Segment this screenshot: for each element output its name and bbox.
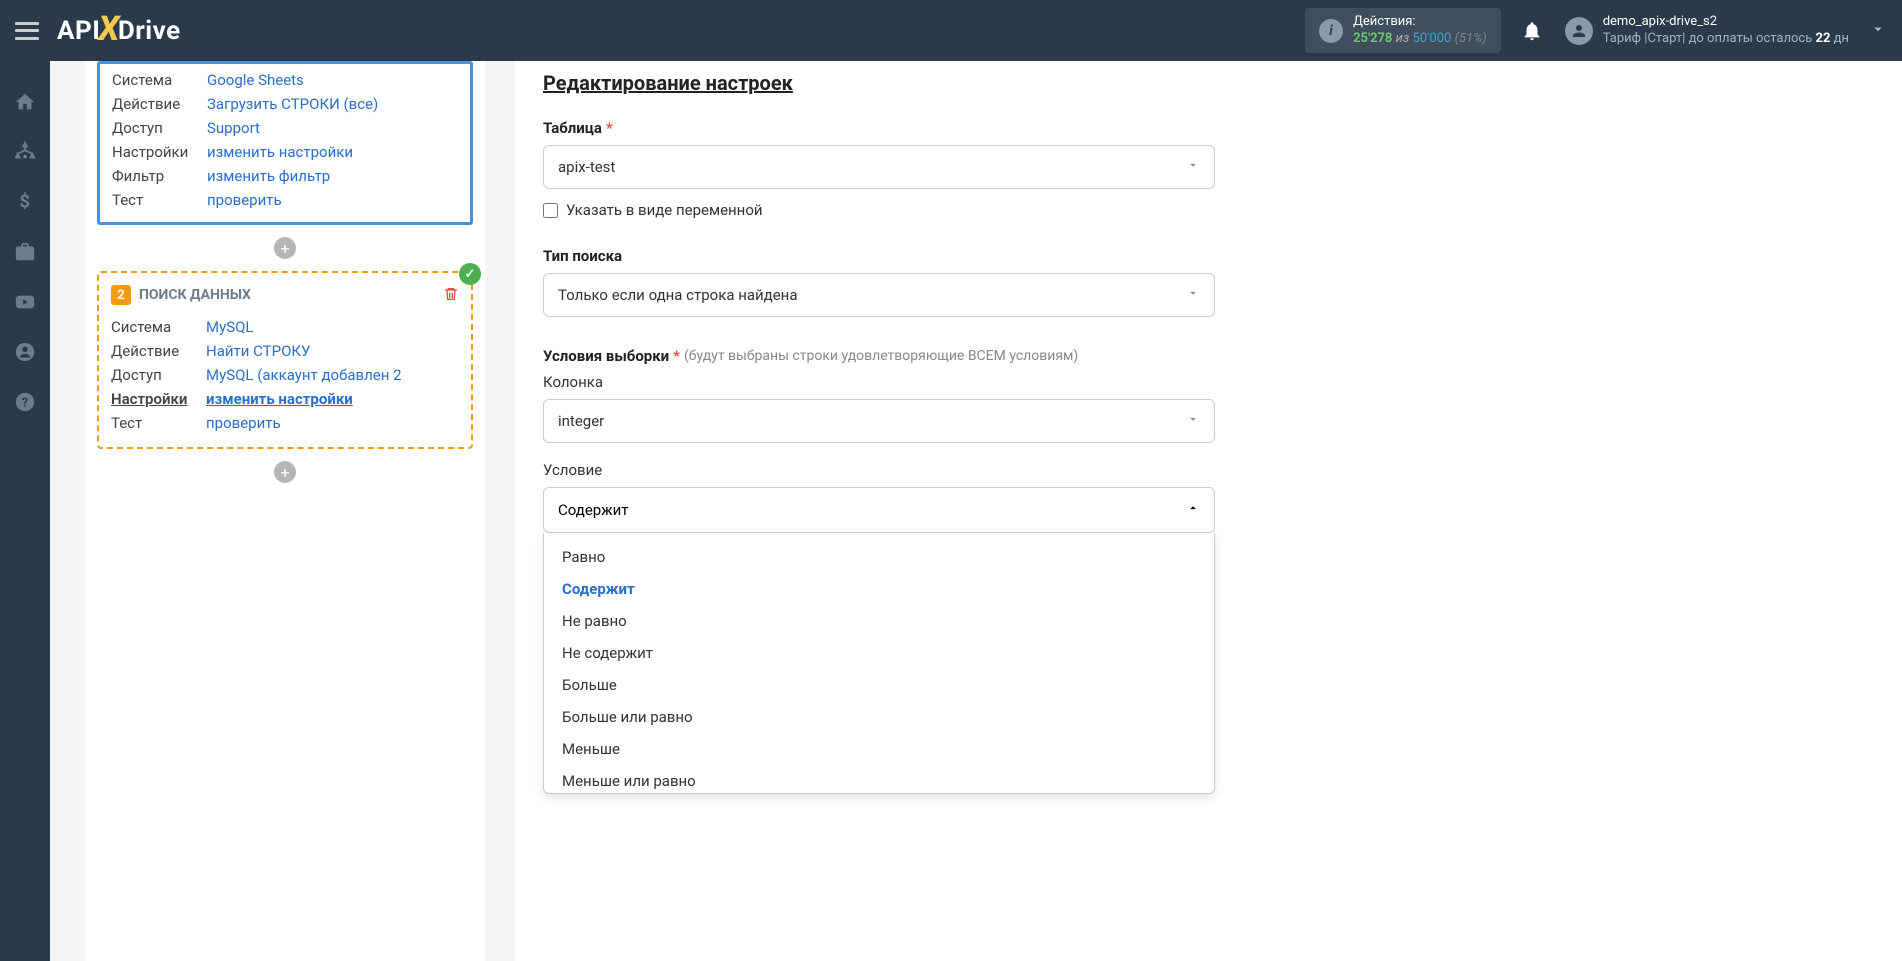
search-type-select[interactable]: Только если одна строка найдена xyxy=(543,273,1215,317)
nav-briefcase-icon[interactable] xyxy=(14,241,36,263)
card-row: Настройкиизменить настройки xyxy=(112,140,458,164)
dropdown-option[interactable]: Не содержит xyxy=(544,637,1214,669)
user-menu[interactable]: demo_apix-drive_s2 Тариф |Старт| до опла… xyxy=(1603,14,1849,48)
notifications-icon[interactable] xyxy=(1521,20,1543,42)
card-row: Фильтризменить фильтр xyxy=(112,164,458,188)
column-select[interactable]: integer xyxy=(543,399,1215,443)
chevron-down-icon xyxy=(1186,158,1200,176)
dropdown-option[interactable]: Больше или равно xyxy=(544,701,1214,733)
condition-label: Условие xyxy=(543,461,1862,479)
chevron-down-icon[interactable] xyxy=(1869,20,1887,42)
actions-label: Действия: xyxy=(1353,14,1487,31)
dropdown-option[interactable]: Меньше xyxy=(544,733,1214,765)
logo[interactable]: APIXDrive xyxy=(57,11,181,51)
nav-help-icon[interactable]: ? xyxy=(14,391,36,413)
nav-billing-icon[interactable]: $ xyxy=(14,191,36,213)
card-title: 2 ПОИСК ДАННЫХ xyxy=(111,285,251,305)
card-row: Настройкиизменить настройки xyxy=(111,387,459,411)
add-step-button[interactable]: + xyxy=(274,461,296,483)
dropdown-option[interactable]: Не равно xyxy=(544,605,1214,637)
chevron-up-icon xyxy=(1186,501,1200,519)
nav-connections-icon[interactable] xyxy=(14,141,36,163)
condition-select[interactable]: Содержит xyxy=(543,487,1215,533)
nav-account-icon[interactable] xyxy=(14,341,36,363)
chevron-down-icon xyxy=(1186,286,1200,304)
page-title: Редактирование настроек xyxy=(543,71,1862,95)
card-row: СистемаMySQL xyxy=(111,315,459,339)
actions-counter[interactable]: i Действия: 25'278 из 50'000 (51%) xyxy=(1305,8,1501,54)
card-row: Тестпроверить xyxy=(111,411,459,435)
card-row: ДействиеЗагрузить СТРОКИ (все) xyxy=(112,92,458,116)
card-row: ДоступSupport xyxy=(112,116,458,140)
column-label: Колонка xyxy=(543,373,1862,391)
delete-icon[interactable] xyxy=(443,286,459,304)
add-step-button[interactable]: + xyxy=(274,237,296,259)
menu-toggle[interactable] xyxy=(15,22,39,40)
nav-video-icon[interactable] xyxy=(14,291,36,313)
svg-text:?: ? xyxy=(22,396,28,411)
dropdown-option[interactable]: Больше xyxy=(544,669,1214,701)
info-icon: i xyxy=(1319,19,1343,43)
card-row: ДействиеНайти СТРОКУ xyxy=(111,339,459,363)
chevron-down-icon xyxy=(1186,412,1200,430)
dropdown-option[interactable]: Содержит xyxy=(544,573,1214,605)
svg-text:$: $ xyxy=(20,192,31,213)
nav-home-icon[interactable] xyxy=(14,91,36,113)
conditions-label: Условия выборки * (будут выбраны строки … xyxy=(543,347,1862,365)
dropdown-option[interactable]: Равно xyxy=(544,541,1214,573)
table-select[interactable]: apix-test xyxy=(543,145,1215,189)
check-badge-icon xyxy=(459,263,481,285)
search-card: 2 ПОИСК ДАННЫХ СистемаMySQL ДействиеНайт… xyxy=(97,271,473,449)
card-row: Тестпроверить xyxy=(112,188,458,212)
variable-checkbox[interactable]: Указать в виде переменной xyxy=(543,201,1862,219)
search-type-label: Тип поиска xyxy=(543,247,1862,265)
condition-dropdown: Равно Содержит Не равно Не содержит Боль… xyxy=(543,533,1215,794)
dropdown-option[interactable]: Меньше или равно xyxy=(544,765,1214,793)
table-label: Таблица * xyxy=(543,119,1862,137)
card-row: ДоступMySQL (аккаунт добавлен 2 xyxy=(111,363,459,387)
card-row: СистемаGoogle Sheets xyxy=(112,68,458,92)
avatar-icon[interactable] xyxy=(1565,17,1593,45)
source-card: СистемаGoogle Sheets ДействиеЗагрузить С… xyxy=(97,61,473,225)
